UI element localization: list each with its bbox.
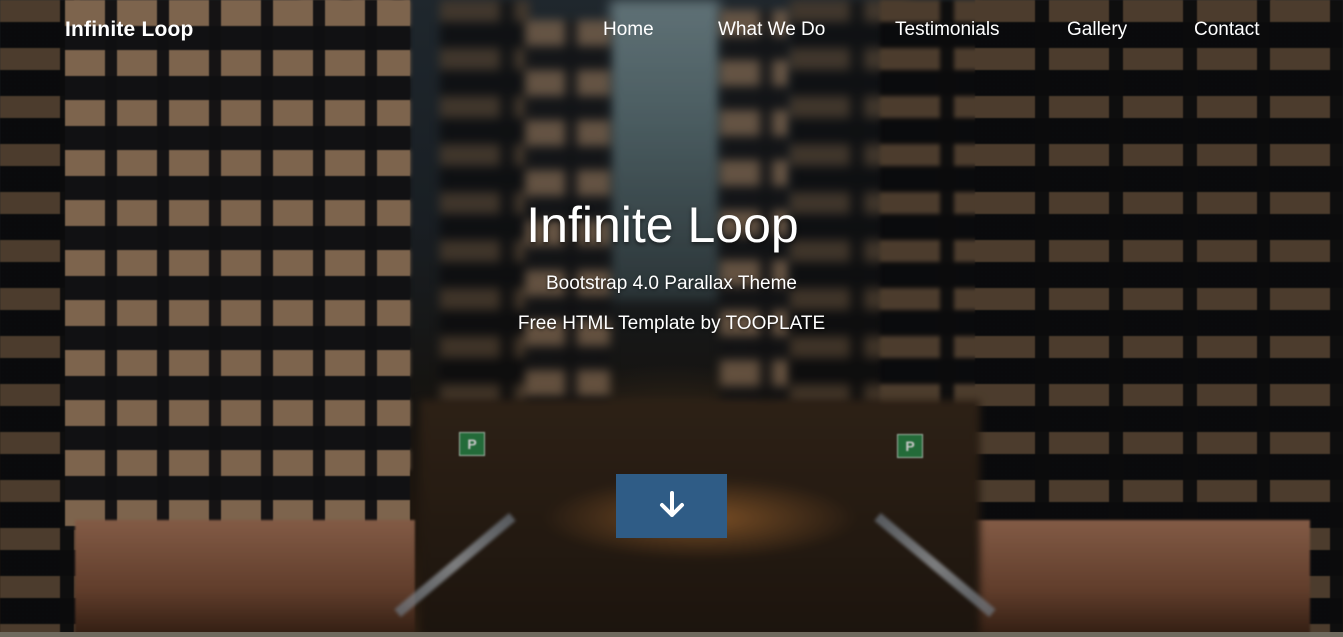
nav-link-gallery[interactable]: Gallery	[1067, 19, 1127, 41]
arrow-down-icon	[656, 489, 688, 524]
nav-link-testimonials[interactable]: Testimonials	[895, 19, 1000, 41]
nav-link-home[interactable]: Home	[603, 19, 654, 41]
page-bottom-edge	[0, 632, 1343, 637]
nav-link-what-we-do[interactable]: What We Do	[718, 19, 825, 41]
brand-logo-link[interactable]: Infinite Loop	[65, 18, 194, 42]
hero-title: Infinite Loop	[526, 197, 799, 253]
scroll-down-button[interactable]	[616, 474, 727, 538]
main-navbar: Infinite Loop Home What We Do Testimonia…	[0, 0, 1343, 60]
hero-subtitle: Bootstrap 4.0 Parallax Theme	[545, 273, 797, 294]
hero-credit: Free HTML Template by TOOPLATE	[517, 313, 826, 334]
hero-section: P P Infinite Loop Home What We Do Testim…	[0, 0, 1343, 637]
nav-link-contact[interactable]: Contact	[1194, 19, 1259, 41]
